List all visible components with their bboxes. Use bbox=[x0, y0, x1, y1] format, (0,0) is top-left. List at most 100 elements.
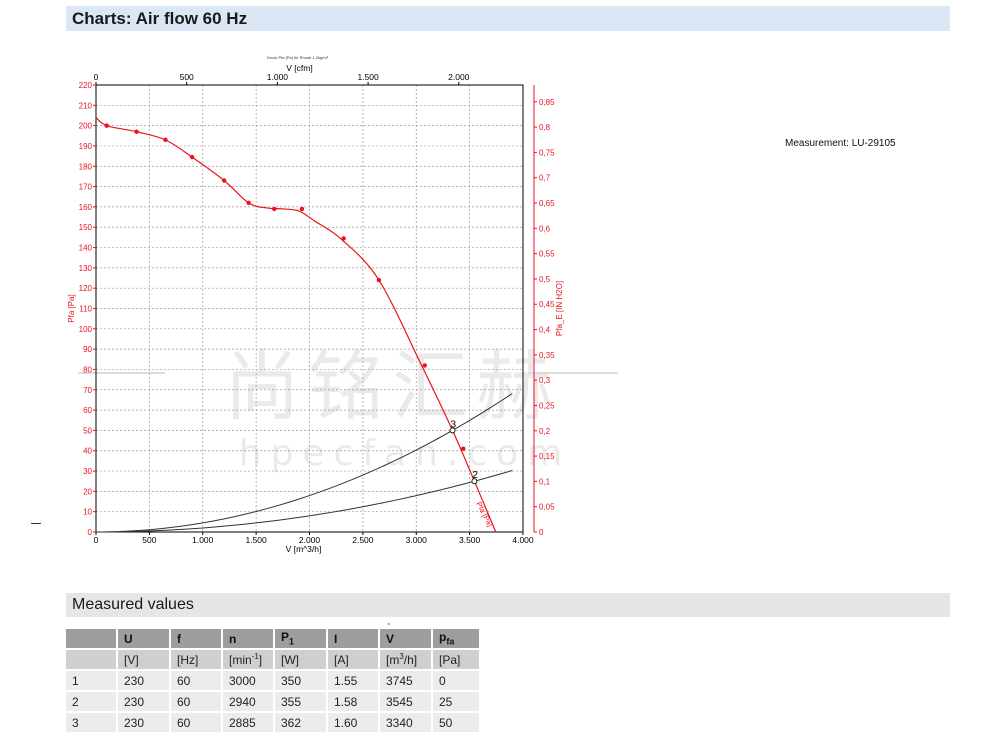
row-cell: 60 bbox=[171, 671, 223, 692]
row-cell: 25 bbox=[433, 692, 481, 713]
header-cell-f: f bbox=[171, 629, 223, 650]
y-tick-label: 50 bbox=[83, 426, 92, 435]
y-tick-label: 140 bbox=[79, 244, 93, 253]
row-cell: 3545 bbox=[380, 692, 433, 713]
x-tick-label: 500 bbox=[142, 535, 156, 545]
operating-point-label: 3 bbox=[451, 419, 457, 430]
header-cell-u: U bbox=[118, 629, 171, 650]
row-cell: 2 bbox=[66, 692, 118, 713]
watermark-latin: hpecfan.com bbox=[239, 433, 572, 474]
table-row: 3 230 60 2885 362 1.60 3340 50 bbox=[66, 713, 481, 734]
header-cell-v: V ˙ bbox=[380, 622, 433, 650]
row-cell: 230 bbox=[118, 713, 171, 734]
measurement-note: Measurement: LU-29105 bbox=[785, 138, 896, 149]
p1-subscript: 1 bbox=[289, 636, 295, 647]
y-right-tick-label: 0,7 bbox=[539, 174, 551, 183]
row-cell: 350 bbox=[275, 671, 328, 692]
pfa-subscript: fa bbox=[446, 636, 455, 647]
fan-curve-point bbox=[422, 363, 427, 368]
y-tick-label: 220 bbox=[79, 81, 93, 90]
v-dot-symbol: V ˙ bbox=[386, 622, 395, 646]
x-top-tick-label: 1.000 bbox=[267, 72, 289, 82]
y-axis-label: Pfa [Pa] bbox=[67, 294, 76, 322]
y-right-tick-label: 0 bbox=[539, 528, 544, 537]
y-tick-label: 40 bbox=[83, 447, 92, 456]
y-tick-label: 180 bbox=[79, 162, 93, 171]
x-tick-label: 4.000 bbox=[512, 535, 534, 545]
x-top-tick-label: 500 bbox=[180, 72, 194, 82]
operating-point-label: 2 bbox=[472, 470, 478, 481]
y-right-tick-label: 0,1 bbox=[539, 477, 551, 486]
row-cell: 1.60 bbox=[328, 713, 380, 734]
y-right-tick-label: 0,5 bbox=[539, 275, 551, 284]
x-top-axis-label: V [cfm] bbox=[286, 63, 312, 73]
x-tick-label: 0 bbox=[94, 535, 99, 545]
table-header-row: U f n P1 I V ˙ pfa bbox=[66, 622, 481, 650]
y-tick-label: 190 bbox=[79, 142, 93, 151]
row-cell: 1.55 bbox=[328, 671, 380, 692]
header-cell-i: I bbox=[328, 629, 380, 650]
unit-cell-index bbox=[66, 650, 118, 671]
y-tick-label: 30 bbox=[83, 467, 92, 476]
y-tick-label: 20 bbox=[83, 487, 92, 496]
unit-cell-u: [V] bbox=[118, 650, 171, 671]
airflow-chart: 尚铭汇赫hpecfan.com0 500 1.000 1.500 2.000 2.500 3… bbox=[67, 55, 618, 554]
fan-curve-point bbox=[104, 123, 109, 128]
y-tick-label: 60 bbox=[83, 406, 92, 415]
x-tick-label: 3.000 bbox=[406, 535, 428, 545]
y-right-tick-label: 0,05 bbox=[539, 503, 555, 512]
x-tick-label: 3.500 bbox=[459, 535, 481, 545]
y-tick-label: 150 bbox=[79, 223, 93, 232]
unit-cell-v: [m3/h] bbox=[380, 650, 433, 671]
y-tick-label: 80 bbox=[83, 365, 92, 374]
row-cell: 1.58 bbox=[328, 692, 380, 713]
side-dash bbox=[31, 523, 41, 524]
header-cell-pfa: pfa bbox=[433, 629, 481, 650]
row-cell: 230 bbox=[118, 692, 171, 713]
y-right-tick-label: 0,75 bbox=[539, 148, 555, 157]
y-tick-label: 130 bbox=[79, 264, 93, 273]
y-right-tick-label: 0,8 bbox=[539, 123, 551, 132]
measured-values-header: Measured values bbox=[66, 593, 950, 617]
header-cell-p1: P1 bbox=[275, 629, 328, 650]
row-cell: 2885 bbox=[223, 713, 275, 734]
row-cell: 50 bbox=[433, 713, 481, 734]
y-right-tick-label: 0,35 bbox=[539, 351, 555, 360]
unit-cell-i: [A] bbox=[328, 650, 380, 671]
x-axis-label: V [m^3/h] bbox=[286, 544, 322, 554]
x-tick-label: 1.500 bbox=[245, 535, 267, 545]
y-tick-label: 160 bbox=[79, 203, 93, 212]
chart-title: Druck Pfa [Pa] für Rhoair 1,2kg/m³ bbox=[267, 55, 329, 60]
row-cell: 3340 bbox=[380, 713, 433, 734]
table-row: 1 230 60 3000 350 1.55 3745 0 bbox=[66, 671, 481, 692]
row-cell: 355 bbox=[275, 692, 328, 713]
system-curve-line bbox=[95, 470, 513, 533]
table-row: 2 230 60 2940 355 1.58 3545 25 bbox=[66, 692, 481, 713]
x-top-tick-label: 2.000 bbox=[448, 72, 470, 82]
fan-curve-point bbox=[134, 129, 139, 134]
x-top-tick-label: 1.500 bbox=[357, 72, 379, 82]
y-tick-label: 110 bbox=[79, 305, 92, 314]
fan-curve-point bbox=[272, 206, 277, 212]
measured-values-title: Measured values bbox=[72, 596, 194, 613]
row-cell: 2940 bbox=[223, 692, 275, 713]
x-tick-label: 2.500 bbox=[352, 535, 374, 545]
unit-cell-n: [min-1] bbox=[223, 650, 275, 671]
x-tick-label: 1.000 bbox=[192, 535, 214, 545]
y-right-tick-label: 0,55 bbox=[539, 250, 555, 259]
fan-curve-point bbox=[376, 277, 382, 283]
y-tick-label: 100 bbox=[79, 325, 93, 334]
fan-curve-point bbox=[461, 446, 466, 451]
y-tick-label: 0 bbox=[88, 528, 93, 537]
y-right-tick-label: 0,3 bbox=[539, 376, 551, 385]
row-cell: 230 bbox=[118, 671, 171, 692]
y-right-tick-label: 0,25 bbox=[539, 401, 555, 410]
y-right-axis-label: Pfa_E [IN H2O] bbox=[555, 281, 564, 336]
header-cell-n: n bbox=[223, 629, 275, 650]
row-cell: 60 bbox=[171, 713, 223, 734]
row-cell: 60 bbox=[171, 692, 223, 713]
row-cell: 3000 bbox=[223, 671, 275, 692]
y-tick-label: 200 bbox=[79, 122, 93, 131]
p-symbol: P bbox=[281, 630, 290, 645]
y-right-tick-label: 0,65 bbox=[539, 199, 555, 208]
